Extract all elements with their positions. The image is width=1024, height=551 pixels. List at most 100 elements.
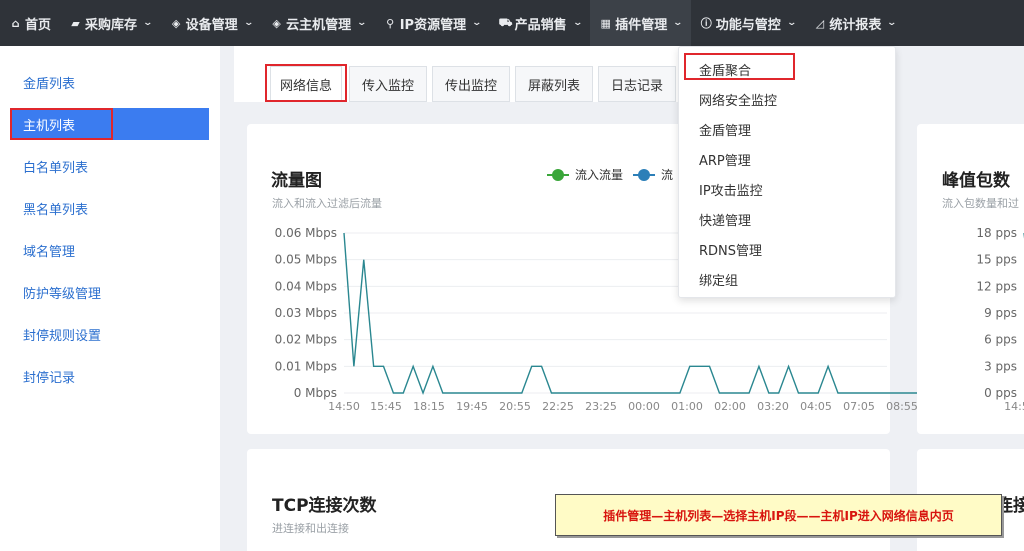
y-tick-label: 15 pps xyxy=(976,253,1017,267)
shopping-cart-icon: ⛟ xyxy=(498,15,513,29)
nav-cloud-host-management[interactable]: ◈ 云主机管理 ⌄ xyxy=(261,0,375,46)
annotation-note: 插件管理—主机列表—选择主机IP段——主机IP进入网络信息内页 xyxy=(555,494,1002,536)
y-tick-label: 0.04 Mbps xyxy=(275,279,337,293)
chevron-down-icon: ⌄ xyxy=(786,18,797,28)
nav-home[interactable]: ⌂ 首页 xyxy=(0,0,60,46)
sidebar-item-label: 封停规则设置 xyxy=(23,328,102,344)
x-tick-label: 08:55 xyxy=(886,400,917,413)
chevron-down-icon: ⌄ xyxy=(142,18,154,28)
tab-outbound-monitor[interactable]: 传出监控 xyxy=(432,66,510,102)
cube-icon: ◈ xyxy=(272,16,281,30)
tab-label: 传入监控 xyxy=(361,78,414,94)
chevron-down-icon: ⌄ xyxy=(471,18,483,28)
tab-log-records[interactable]: 日志记录 xyxy=(598,66,676,102)
sidebar-item-label: 黑名单列表 xyxy=(23,202,89,218)
dropdown-item-label: RDNS管理 xyxy=(699,243,763,259)
nav-label: 功能与管控 xyxy=(715,17,781,33)
tab-block-list[interactable]: 屏蔽列表 xyxy=(515,66,593,102)
tcp-connections-title: TCP连接次数 xyxy=(272,496,377,516)
y-tick-label: 0.06 Mbps xyxy=(275,226,337,240)
nav-label: 产品销售 xyxy=(514,17,567,33)
nav-product-sales[interactable]: ⛟ 产品销售 ⌄ xyxy=(490,0,591,46)
x-tick-label: 04:05 xyxy=(800,400,832,413)
sidebar-item-whitelist[interactable]: 白名单列表 xyxy=(10,150,209,182)
dropdown-item-label: 金盾管理 xyxy=(699,123,752,139)
nav-device-management[interactable]: ◈ 设备管理 ⌄ xyxy=(161,0,262,46)
chevron-down-icon: ⌄ xyxy=(886,18,898,28)
tab-inbound-monitor[interactable]: 传入监控 xyxy=(349,66,427,102)
tab-label: 屏蔽列表 xyxy=(527,78,580,94)
nav-label: 统计报表 xyxy=(829,17,882,33)
nav-plugin-management[interactable]: ▦ 插件管理 ⌄ xyxy=(590,0,691,46)
x-tick-label: 14:50 xyxy=(328,400,360,413)
dropdown-item-label: IP攻击监控 xyxy=(699,183,763,199)
sidebar-item-host-list[interactable]: 主机列表 xyxy=(10,108,209,140)
y-tick-label: 3 pps xyxy=(984,359,1017,373)
nav-label: 采购库存 xyxy=(85,17,138,33)
x-tick-label: 22:25 xyxy=(542,400,574,413)
sidebar-item-domain-management[interactable]: 域名管理 xyxy=(10,234,209,266)
x-tick-label: 01:00 xyxy=(671,400,703,413)
dropdown-item-arp-management[interactable]: ARP管理 xyxy=(699,147,751,171)
sidebar-item-shield-list[interactable]: 金盾列表 xyxy=(10,66,209,98)
sidebar-item-blacklist[interactable]: 黑名单列表 xyxy=(10,192,209,224)
chevron-down-icon: ⌄ xyxy=(243,18,254,28)
dropdown-item-shield-aggregate[interactable]: 金盾聚合 xyxy=(699,57,751,81)
dropdown-item-ip-attack-monitor[interactable]: IP攻击监控 xyxy=(699,177,763,201)
sidebar-item-label: 主机列表 xyxy=(23,118,76,134)
dropdown-item-label: ARP管理 xyxy=(699,153,751,169)
tabs-bar: 网络信息 传入监控 传出监控 屏蔽列表 日志记录 xyxy=(234,46,684,102)
dropdown-item-label: 网络安全监控 xyxy=(699,93,778,109)
y-tick-label: 0 pps xyxy=(984,386,1017,400)
y-tick-label: 0.01 Mbps xyxy=(275,359,337,373)
y-tick-label: 12 pps xyxy=(976,279,1017,293)
line-chart-icon: ◿ xyxy=(815,16,825,30)
tab-network-info[interactable]: 网络信息 xyxy=(270,66,342,102)
x-tick-label: 14:50 xyxy=(1004,400,1024,413)
cart-drive-icon: ▰ xyxy=(71,16,80,30)
y-tick-label: 0.03 Mbps xyxy=(275,306,337,320)
x-tick-label: 23:25 xyxy=(585,400,617,413)
y-tick-label: 6 pps xyxy=(984,333,1017,347)
tab-label: 网络信息 xyxy=(279,78,332,94)
nav-functions-control[interactable]: ⓘ 功能与管控 ⌄ xyxy=(691,0,805,46)
nav-purchase-inventory[interactable]: ▰ 采购库存 ⌄ xyxy=(60,0,161,46)
top-nav: ⌂ 首页 ▰ 采购库存 ⌄ ◈ 设备管理 ⌄ ◈ 云主机管理 ⌄ ⚲ IP资源管理 ⌄ ⛟ 产品销售… xyxy=(0,0,1024,46)
chevron-down-icon: ⌄ xyxy=(672,18,684,28)
nav-ip-resource-management[interactable]: ⚲ IP资源管理 ⌄ xyxy=(375,0,490,46)
peak-packets-chart: 0 pps 3 pps 6 pps 9 pps 12 pps 15 pps 18 pps 14… xyxy=(976,226,1024,413)
x-tick-label: 02:00 xyxy=(714,400,746,413)
x-tick-label: 15:45 xyxy=(370,400,402,413)
sidebar-item-protection-level[interactable]: 防护等级管理 xyxy=(10,276,209,308)
nav-label: 设备管理 xyxy=(185,17,238,33)
chevron-down-icon: ⌄ xyxy=(356,18,368,28)
y-tick-label: 0.05 Mbps xyxy=(275,253,337,267)
plugin-management-dropdown: 金盾聚合 网络安全监控 金盾管理 ARP管理 IP攻击监控 快递管理 RDNS管… xyxy=(678,46,896,298)
dropdown-item-network-security-monitor[interactable]: 网络安全监控 xyxy=(699,87,777,111)
dropdown-item-label: 绑定组 xyxy=(699,273,739,289)
sidebar-item-label: 金盾列表 xyxy=(23,76,76,92)
dropdown-item-express-management[interactable]: 快递管理 xyxy=(699,207,751,231)
y-tick-label: 0 Mbps xyxy=(294,386,337,400)
info-icon: ⓘ xyxy=(700,17,712,30)
nav-statistics-report[interactable]: ◿ 统计报表 ⌄ xyxy=(804,0,905,46)
dropdown-item-shield-management[interactable]: 金盾管理 xyxy=(699,117,751,141)
dropdown-item-rdns-management[interactable]: RDNS管理 xyxy=(699,237,762,261)
sidebar-item-ban-rules[interactable]: 封停规则设置 xyxy=(10,318,209,350)
x-tick-label: 18:15 xyxy=(413,400,445,413)
nav-label: 插件管理 xyxy=(615,17,668,33)
x-tick-label: 19:45 xyxy=(456,400,488,413)
sidebar-item-label: 白名单列表 xyxy=(23,160,89,176)
x-tick-label: 20:55 xyxy=(499,400,531,413)
sidebar: 金盾列表 主机列表 白名单列表 黑名单列表 域名管理 防护等级管理 封停规则设置… xyxy=(0,46,220,551)
nav-label: 首页 xyxy=(25,17,52,33)
x-tick-label: 03:20 xyxy=(757,400,789,413)
dropdown-item-label: 快递管理 xyxy=(699,213,752,229)
y-tick-label: 0.02 Mbps xyxy=(275,333,337,347)
sidebar-item-ban-records[interactable]: 封停记录 xyxy=(10,360,209,392)
dropdown-item-binding-group[interactable]: 绑定组 xyxy=(699,267,738,291)
nav-label: 云主机管理 xyxy=(286,17,352,33)
grid-icon: ▦ xyxy=(600,16,611,30)
home-icon: ⌂ xyxy=(11,16,20,30)
tcp-connections-subtitle: 进连接和出连接 xyxy=(272,522,349,535)
